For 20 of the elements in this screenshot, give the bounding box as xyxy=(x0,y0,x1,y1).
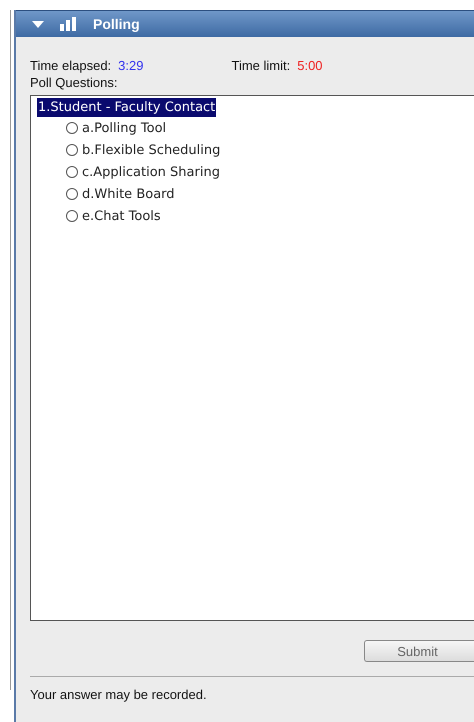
time-limit: 5:00 xyxy=(297,58,323,73)
radio-button[interactable] xyxy=(66,144,78,156)
radio-button[interactable] xyxy=(66,166,78,178)
status-text: Your answer may be recorded. xyxy=(30,676,474,702)
bar-chart-icon xyxy=(60,17,77,31)
radio-button[interactable] xyxy=(66,122,78,134)
collapse-icon[interactable] xyxy=(32,20,44,28)
radio-button[interactable] xyxy=(66,210,78,222)
radio-button[interactable] xyxy=(66,188,78,200)
elapsed-label: Time elapsed: xyxy=(30,58,112,73)
option-label: d.White Board xyxy=(82,186,175,202)
limit-label: Time limit: xyxy=(231,58,290,73)
window-title: Polling xyxy=(93,16,140,32)
option-label: e.Chat Tools xyxy=(82,208,161,224)
elapsed-time: 3:29 xyxy=(118,58,144,73)
option-label: b.Flexible Scheduling xyxy=(82,142,220,158)
option-label: c.Application Sharing xyxy=(82,164,220,180)
questions-label: Poll Questions: xyxy=(30,75,118,90)
option-label: a.Polling Tool xyxy=(82,120,166,136)
question-item[interactable]: 1.Student - Faculty Contact xyxy=(37,98,216,117)
